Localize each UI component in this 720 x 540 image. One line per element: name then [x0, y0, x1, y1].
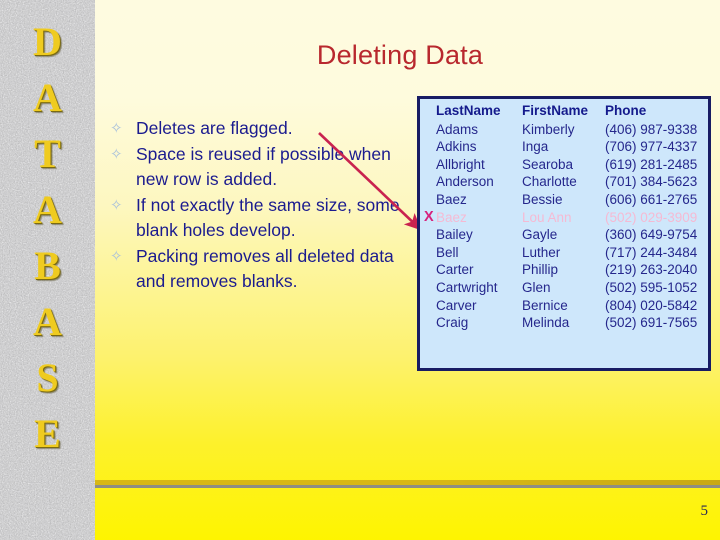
row-delete-mark: [424, 226, 436, 244]
cell-lastname: Adams: [436, 121, 479, 137]
diamond-star-icon: ✧: [110, 146, 123, 163]
table-body: Adams Kimberly (406) 987-9338 Adkins Ing…: [424, 121, 708, 332]
sidebar-vertical-title: D A T A B A S E: [0, 0, 95, 540]
row-delete-mark: [424, 138, 436, 156]
row-delete-mark: [424, 156, 436, 174]
row-delete-mark: [424, 191, 436, 209]
cell-lastname: Carver: [436, 297, 477, 313]
table-row[interactable]: Carter Phillip (219) 263-2040: [424, 261, 708, 279]
row-delete-mark[interactable]: X: [424, 209, 436, 227]
list-item-label: Space is reused if possible when new row…: [136, 144, 391, 189]
row-delete-mark: [424, 121, 436, 139]
list-item: ✧ If not exactly the same size, some bla…: [110, 193, 410, 243]
cell-lastname: Carter: [436, 262, 474, 278]
table-row[interactable]: Cartwright Glen (502) 595-1052: [424, 279, 708, 297]
cell-phone: (219) 263-2040: [605, 262, 698, 278]
cell-lastname: Baez: [436, 209, 467, 225]
column-header-lastname[interactable]: LastName: [436, 102, 522, 121]
diamond-star-icon: ✧: [110, 248, 123, 265]
cell-lastname: Allbright: [436, 156, 485, 172]
list-item: ✧ Deletes are flagged.: [110, 116, 410, 141]
sidebar-letter: A: [33, 299, 62, 344]
table-header: LastName FirstName Phone: [424, 102, 708, 121]
sidebar-letter: T: [34, 131, 61, 176]
page-title: Deleting Data: [316, 40, 484, 70]
footer-divider: [95, 480, 720, 488]
cell-firstname: Luther: [522, 244, 561, 260]
cell-lastname: Cartwright: [436, 279, 498, 295]
cell-lastname: Craig: [436, 315, 469, 331]
list-item-label: Packing removes all deleted data and rem…: [136, 246, 394, 291]
table-row[interactable]: Bell Luther (717) 244-3484: [424, 244, 708, 262]
cell-firstname: Bessie: [522, 191, 563, 207]
cell-lastname: Anderson: [436, 174, 494, 190]
row-delete-mark: [424, 314, 436, 332]
cell-phone: (804) 020-5842: [605, 297, 698, 313]
table-row-deleted[interactable]: X Baez Lou Ann (502) 029-3909: [424, 209, 708, 227]
cell-firstname: Melinda: [522, 315, 570, 331]
cell-firstname: Phillip: [522, 262, 559, 278]
row-delete-mark: [424, 244, 436, 262]
cell-firstname: Lou Ann: [522, 209, 572, 225]
column-header-firstname[interactable]: FirstName: [522, 102, 605, 121]
table: LastName FirstName Phone Adams Kimberly …: [424, 102, 708, 332]
cell-phone: (606) 661-2765: [605, 191, 698, 207]
cell-phone: (360) 649-9754: [605, 227, 698, 243]
list-item-label: Deletes are flagged.: [136, 118, 293, 138]
cell-phone: (502) 595-1052: [605, 279, 698, 295]
table-row[interactable]: Adkins Inga (706) 977-4337: [424, 138, 708, 156]
records-table[interactable]: LastName FirstName Phone Adams Kimberly …: [417, 96, 711, 371]
column-header-phone[interactable]: Phone: [605, 102, 708, 121]
table-row[interactable]: Baez Bessie (606) 661-2765: [424, 191, 708, 209]
table-row[interactable]: Allbright Searoba (619) 281-2485: [424, 156, 708, 174]
list-item-label: If not exactly the same size, some blank…: [136, 195, 400, 240]
cell-phone: (502) 691-7565: [605, 315, 698, 331]
diamond-star-icon: ✧: [110, 120, 123, 137]
slide-canvas: D A T A B A S E Deleting Data ✧ Deletes …: [0, 0, 720, 540]
table-row[interactable]: Craig Melinda (502) 691-7565: [424, 314, 708, 332]
table-row[interactable]: Bailey Gayle (360) 649-9754: [424, 226, 708, 244]
row-delete-mark: [424, 261, 436, 279]
diamond-star-icon: ✧: [110, 197, 123, 214]
sidebar-letter: B: [34, 243, 61, 288]
sidebar-granite-strip: D A T A B A S E: [0, 0, 95, 540]
list-item: ✧ Packing removes all deleted data and r…: [110, 244, 410, 294]
table-row[interactable]: Carver Bernice (804) 020-5842: [424, 297, 708, 315]
footer-divider-shadow: [95, 485, 720, 488]
sidebar-letter: E: [34, 411, 61, 456]
cell-phone: (717) 244-3484: [605, 244, 698, 260]
sidebar-letter: A: [33, 75, 62, 120]
cell-phone: (406) 987-9338: [605, 121, 698, 137]
row-delete-mark: [424, 279, 436, 297]
column-header-mark[interactable]: [424, 102, 436, 121]
cell-firstname: Charlotte: [522, 174, 577, 190]
cell-lastname: Adkins: [436, 139, 477, 155]
cell-firstname: Searoba: [522, 156, 574, 172]
cell-firstname: Glen: [522, 279, 551, 295]
cell-phone: (706) 977-4337: [605, 139, 698, 155]
cell-phone: (502) 029-3909: [605, 209, 698, 225]
table-header-row: LastName FirstName Phone: [424, 102, 708, 121]
table-row[interactable]: Adams Kimberly (406) 987-9338: [424, 121, 708, 139]
cell-firstname: Gayle: [522, 227, 558, 243]
sidebar-letter: S: [36, 355, 59, 400]
row-delete-mark: [424, 297, 436, 315]
page-number: 5: [700, 503, 709, 519]
table-row[interactable]: Anderson Charlotte (701) 384-5623: [424, 173, 708, 191]
cell-firstname: Bernice: [522, 297, 568, 313]
sidebar-letter: D: [33, 19, 62, 64]
cell-lastname: Bailey: [436, 227, 473, 243]
bullet-list: ✧ Deletes are flagged. ✧ Space is reused…: [110, 116, 410, 295]
row-delete-mark: [424, 173, 436, 191]
list-item: ✧ Space is reused if possible when new r…: [110, 142, 410, 192]
cell-phone: (701) 384-5623: [605, 174, 698, 190]
sidebar-letter: A: [33, 187, 62, 232]
cell-lastname: Baez: [436, 191, 467, 207]
cell-phone: (619) 281-2485: [605, 156, 698, 172]
cell-firstname: Inga: [522, 139, 549, 155]
cell-firstname: Kimberly: [522, 121, 575, 137]
cell-lastname: Bell: [436, 244, 459, 260]
